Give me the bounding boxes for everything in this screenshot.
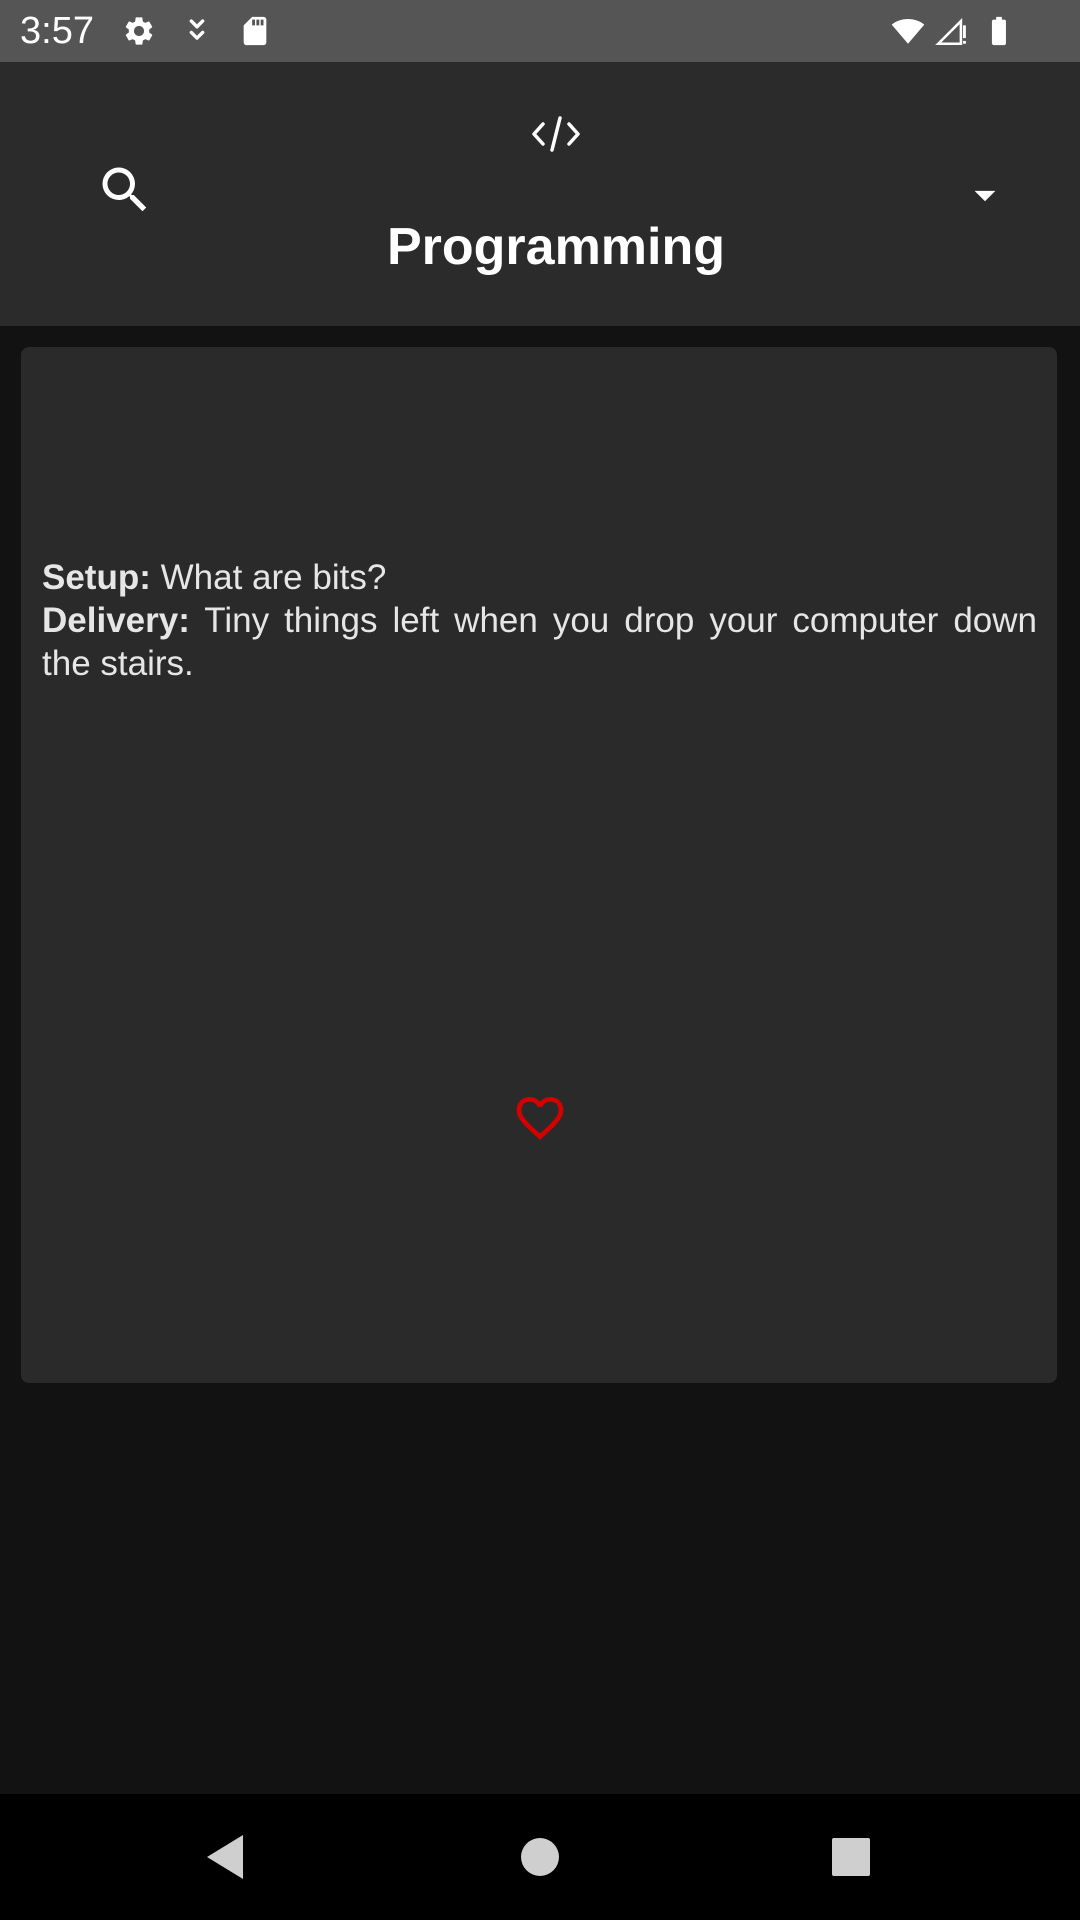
app-bar: Programming — [0, 62, 1080, 326]
cell-signal-icon — [935, 18, 966, 46]
delivery-row: Delivery: Tiny things left when you drop… — [42, 599, 1037, 685]
search-icon[interactable] — [95, 160, 155, 220]
joke-text: Setup: What are bits? Delivery: Tiny thi… — [42, 556, 1037, 685]
setup-row: Setup: What are bits? — [42, 556, 1037, 599]
sd-card-icon — [243, 16, 267, 46]
dropdown-arrow-icon[interactable] — [960, 170, 1010, 220]
setup-label: Setup: — [42, 558, 151, 597]
back-triangle-icon[interactable] — [193, 1824, 259, 1890]
status-bar: 3:57 — [0, 0, 1080, 62]
heart-outline-icon[interactable] — [512, 1090, 568, 1146]
navigation-bar — [0, 1794, 1080, 1920]
gear-icon — [125, 17, 153, 45]
home-circle-icon[interactable] — [507, 1824, 573, 1890]
recents-square-icon[interactable] — [818, 1824, 884, 1890]
battery-icon — [991, 16, 1006, 46]
joke-card — [21, 347, 1057, 1383]
code-icon — [532, 116, 580, 152]
setup-text: What are bits? — [160, 558, 387, 597]
download-icon — [189, 19, 205, 40]
wifi-icon — [891, 18, 925, 44]
delivery-text: Tiny things left when you drop your comp… — [42, 601, 1037, 683]
status-time: 3:57 — [20, 10, 94, 52]
category-title[interactable]: Programming — [0, 213, 1080, 281]
delivery-label: Delivery: — [42, 601, 190, 640]
